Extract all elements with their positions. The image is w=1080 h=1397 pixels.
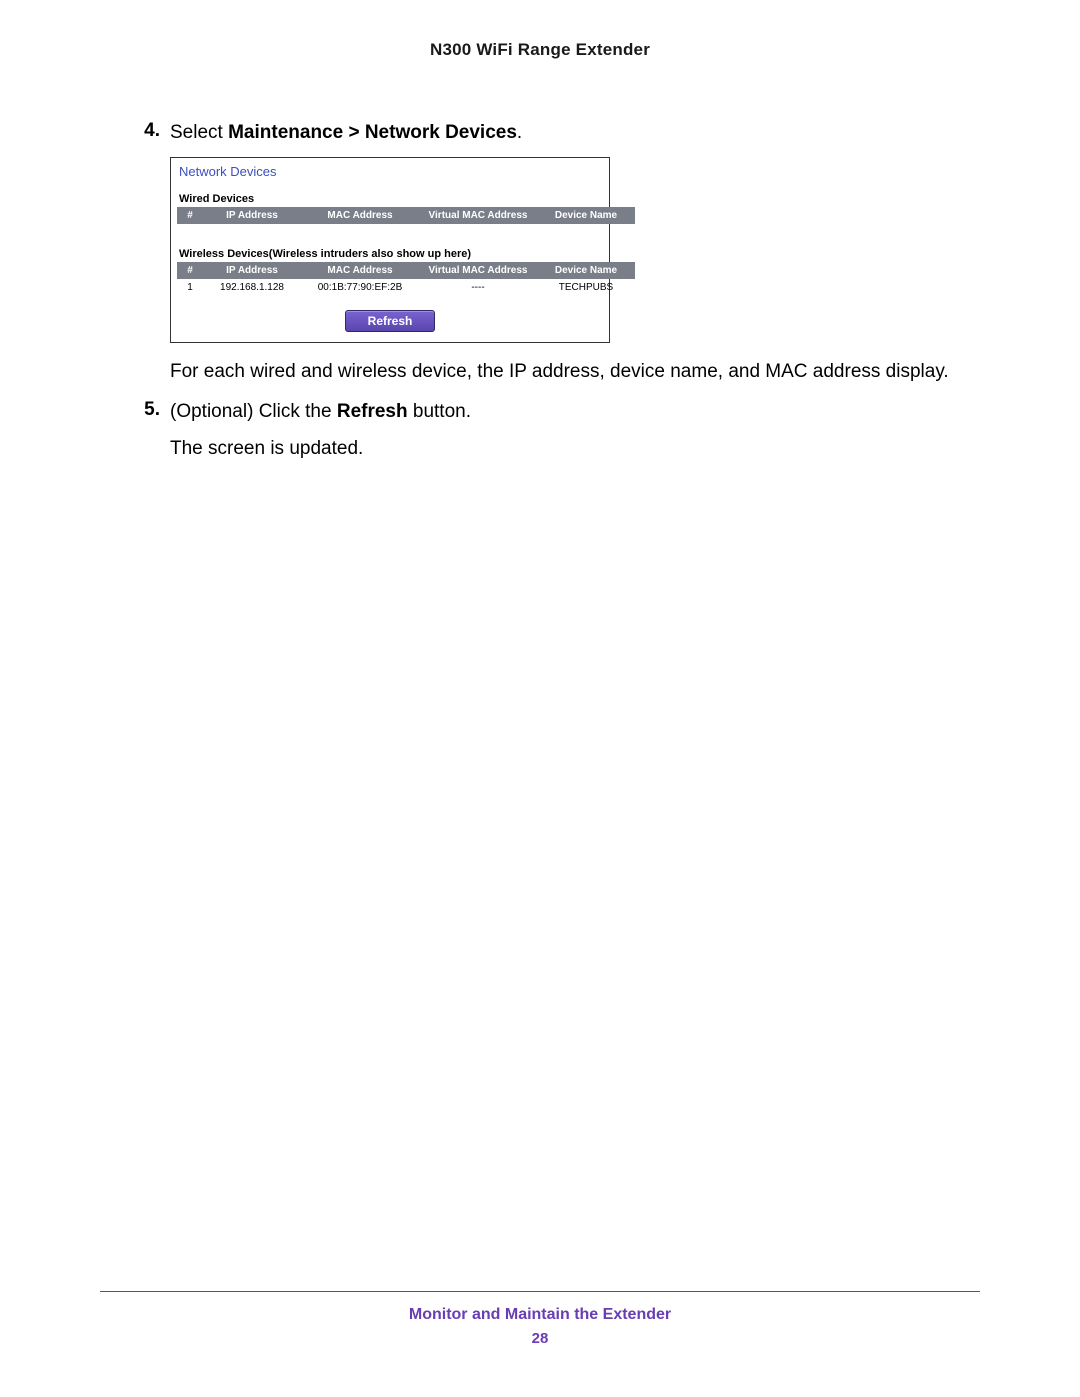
refresh-button[interactable]: Refresh: [345, 310, 436, 332]
wireless-devices-table: # IP Address MAC Address Virtual MAC Add…: [177, 262, 635, 296]
col-name: Device Name: [537, 207, 635, 224]
table-row: [177, 224, 635, 244]
cell-ip: 192.168.1.128: [203, 279, 301, 296]
page-footer: Monitor and Maintain the Extender 28: [100, 1291, 980, 1347]
step-4-pre: Select: [170, 122, 228, 143]
col-mac: MAC Address: [301, 262, 419, 279]
page-title: N300 WiFi Range Extender: [100, 40, 980, 60]
step-4-bold: Maintenance > Network Devices: [228, 122, 517, 143]
table-header-row: # IP Address MAC Address Virtual MAC Add…: [177, 207, 635, 224]
step-5-pre: (Optional) Click the: [170, 401, 337, 422]
col-ip: IP Address: [203, 207, 301, 224]
table-row: 1 192.168.1.128 00:1B:77:90:EF:2B ---- T…: [177, 279, 635, 296]
panel-title: Network Devices: [177, 164, 603, 189]
screenshot-wrap: Network Devices Wired Devices # IP Addre…: [170, 157, 980, 343]
col-ip: IP Address: [203, 262, 301, 279]
step-5-bold: Refresh: [337, 401, 408, 422]
step-5-body: (Optional) Click the Refresh button.: [170, 399, 980, 426]
step-number: 5.: [130, 399, 170, 426]
footer-page-number: 28: [100, 1330, 980, 1347]
cell-name: TECHPUBS: [537, 279, 635, 296]
step-4-note: For each wired and wireless device, the …: [170, 359, 980, 386]
col-vmac: Virtual MAC Address: [419, 262, 537, 279]
cell-vmac: ----: [419, 279, 537, 296]
step-5-post: button.: [408, 401, 471, 422]
footer-title: Monitor and Maintain the Extender: [100, 1306, 980, 1324]
step-4-body: Select Maintenance > Network Devices.: [170, 120, 980, 147]
document-page: N300 WiFi Range Extender 4. Select Maint…: [0, 0, 1080, 1397]
step-number: 4.: [130, 120, 170, 147]
col-num: #: [177, 207, 203, 224]
col-mac: MAC Address: [301, 207, 419, 224]
footer-rule: [100, 1291, 980, 1292]
cell-mac: 00:1B:77:90:EF:2B: [301, 279, 419, 296]
col-num: #: [177, 262, 203, 279]
network-devices-panel: Network Devices Wired Devices # IP Addre…: [170, 157, 610, 343]
step-5-note: The screen is updated.: [170, 436, 980, 463]
cell-num: 1: [177, 279, 203, 296]
wired-devices-table: # IP Address MAC Address Virtual MAC Add…: [177, 207, 635, 244]
wireless-section-label: Wireless Devices(Wireless intruders also…: [177, 244, 603, 262]
step-4-post: .: [517, 122, 522, 143]
refresh-row: Refresh: [177, 296, 603, 332]
table-header-row: # IP Address MAC Address Virtual MAC Add…: [177, 262, 635, 279]
col-vmac: Virtual MAC Address: [419, 207, 537, 224]
col-name: Device Name: [537, 262, 635, 279]
step-5: 5. (Optional) Click the Refresh button.: [100, 399, 980, 426]
wired-section-label: Wired Devices: [177, 189, 603, 207]
step-4: 4. Select Maintenance > Network Devices.: [100, 120, 980, 147]
